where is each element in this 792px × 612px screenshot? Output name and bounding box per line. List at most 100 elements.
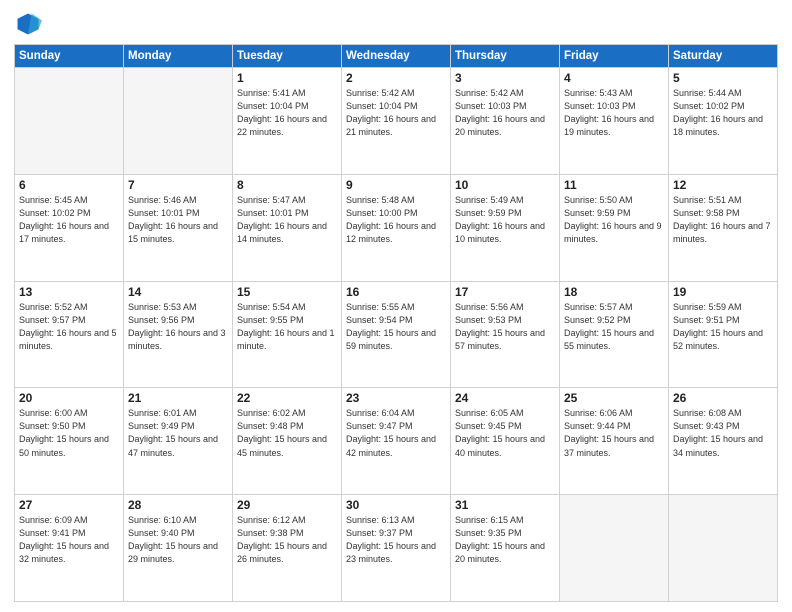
calendar-cell — [560, 495, 669, 602]
day-number: 4 — [564, 71, 664, 85]
week-row-4: 27 Sunrise: 6:09 AM Sunset: 9:41 PM Dayli… — [15, 495, 778, 602]
day-info: Sunrise: 6:13 AM Sunset: 9:37 PM Dayligh… — [346, 514, 446, 566]
calendar-cell — [15, 68, 124, 175]
calendar-cell: 2 Sunrise: 5:42 AM Sunset: 10:04 PM Dayli… — [342, 68, 451, 175]
calendar-cell: 19Sunrise: 5:59 AM Sunset: 9:51 PM Dayli… — [669, 281, 778, 388]
calendar-cell: 25Sunrise: 6:06 AM Sunset: 9:44 PM Dayli… — [560, 388, 669, 495]
calendar-cell: 26 Sunrise: 6:08 AM Sunset: 9:43 PM Dayli… — [669, 388, 778, 495]
day-number: 3 — [455, 71, 555, 85]
weekday-monday: Monday — [124, 45, 233, 68]
day-number: 20 — [19, 391, 119, 405]
calendar-cell: 14 Sunrise: 5:53 AM Sunset: 9:56 PM Dayli… — [124, 281, 233, 388]
calendar-cell: 29Sunrise: 6:12 AM Sunset: 9:38 PM Dayli… — [233, 495, 342, 602]
day-info: Sunrise: 5:52 AM Sunset: 9:57 PM Dayligh… — [19, 301, 119, 353]
calendar-cell: 30 Sunrise: 6:13 AM Sunset: 9:37 PM Dayli… — [342, 495, 451, 602]
day-number: 30 — [346, 498, 446, 512]
day-number: 6 — [19, 178, 119, 192]
calendar-cell — [124, 68, 233, 175]
day-number: 2 — [346, 71, 446, 85]
day-info: Sunrise: 6:04 AM Sunset: 9:47 PM Dayligh… — [346, 407, 446, 459]
day-info: Sunrise: 5:51 AM Sunset: 9:58 PM Dayligh… — [673, 194, 773, 246]
day-info: Sunrise: 5:49 AM Sunset: 9:59 PM Dayligh… — [455, 194, 555, 246]
day-info: Sunrise: 6:01 AM Sunset: 9:49 PM Dayligh… — [128, 407, 228, 459]
calendar-cell — [669, 495, 778, 602]
weekday-header-row: SundayMondayTuesdayWednesdayThursdayFrid… — [15, 45, 778, 68]
day-number: 8 — [237, 178, 337, 192]
day-info: Sunrise: 5:42 AM Sunset: 10:03 PM Daylig… — [455, 87, 555, 139]
week-row-2: 13 Sunrise: 5:52 AM Sunset: 9:57 PM Dayli… — [15, 281, 778, 388]
calendar-cell: 17Sunrise: 5:56 AM Sunset: 9:53 PM Dayli… — [451, 281, 560, 388]
day-number: 18 — [564, 285, 664, 299]
calendar-cell: 10 Sunrise: 5:49 AM Sunset: 9:59 PM Dayli… — [451, 174, 560, 281]
day-info: Sunrise: 5:48 AM Sunset: 10:00 PM Daylig… — [346, 194, 446, 246]
day-info: Sunrise: 6:06 AM Sunset: 9:44 PM Dayligh… — [564, 407, 664, 459]
calendar-cell: 1 Sunrise: 5:41 AM Sunset: 10:04 PM Dayli… — [233, 68, 342, 175]
calendar-cell: 13 Sunrise: 5:52 AM Sunset: 9:57 PM Dayli… — [15, 281, 124, 388]
calendar-cell: 23 Sunrise: 6:04 AM Sunset: 9:47 PM Dayli… — [342, 388, 451, 495]
day-info: Sunrise: 5:55 AM Sunset: 9:54 PM Dayligh… — [346, 301, 446, 353]
day-info: Sunrise: 5:44 AM Sunset: 10:02 PM Daylig… — [673, 87, 773, 139]
day-number: 13 — [19, 285, 119, 299]
calendar-cell: 24 Sunrise: 6:05 AM Sunset: 9:45 PM Dayli… — [451, 388, 560, 495]
day-number: 19 — [673, 285, 773, 299]
calendar-cell: 7 Sunrise: 5:46 AM Sunset: 10:01 PM Dayli… — [124, 174, 233, 281]
week-row-0: 1 Sunrise: 5:41 AM Sunset: 10:04 PM Dayli… — [15, 68, 778, 175]
day-info: Sunrise: 5:46 AM Sunset: 10:01 PM Daylig… — [128, 194, 228, 246]
day-number: 28 — [128, 498, 228, 512]
day-number: 26 — [673, 391, 773, 405]
logo — [14, 10, 46, 38]
day-info: Sunrise: 6:15 AM Sunset: 9:35 PM Dayligh… — [455, 514, 555, 566]
day-number: 12 — [673, 178, 773, 192]
week-row-1: 6 Sunrise: 5:45 AM Sunset: 10:02 PM Dayli… — [15, 174, 778, 281]
logo-icon — [14, 10, 42, 38]
day-info: Sunrise: 5:50 AM Sunset: 9:59 PM Dayligh… — [564, 194, 664, 246]
day-info: Sunrise: 5:42 AM Sunset: 10:04 PM Daylig… — [346, 87, 446, 139]
weekday-friday: Friday — [560, 45, 669, 68]
header — [14, 10, 778, 38]
day-number: 21 — [128, 391, 228, 405]
weekday-wednesday: Wednesday — [342, 45, 451, 68]
calendar-cell: 5Sunrise: 5:44 AM Sunset: 10:02 PM Dayli… — [669, 68, 778, 175]
day-number: 1 — [237, 71, 337, 85]
calendar-cell: 27 Sunrise: 6:09 AM Sunset: 9:41 PM Dayli… — [15, 495, 124, 602]
day-info: Sunrise: 5:45 AM Sunset: 10:02 PM Daylig… — [19, 194, 119, 246]
day-number: 9 — [346, 178, 446, 192]
calendar-cell: 18Sunrise: 5:57 AM Sunset: 9:52 PM Dayli… — [560, 281, 669, 388]
calendar-cell: 16 Sunrise: 5:55 AM Sunset: 9:54 PM Dayli… — [342, 281, 451, 388]
calendar-cell: 28Sunrise: 6:10 AM Sunset: 9:40 PM Dayli… — [124, 495, 233, 602]
day-number: 24 — [455, 391, 555, 405]
page: SundayMondayTuesdayWednesdayThursdayFrid… — [0, 0, 792, 612]
calendar-cell: 20 Sunrise: 6:00 AM Sunset: 9:50 PM Dayli… — [15, 388, 124, 495]
calendar-cell: 21 Sunrise: 6:01 AM Sunset: 9:49 PM Dayli… — [124, 388, 233, 495]
calendar-cell: 4 Sunrise: 5:43 AM Sunset: 10:03 PM Dayli… — [560, 68, 669, 175]
day-info: Sunrise: 6:12 AM Sunset: 9:38 PM Dayligh… — [237, 514, 337, 566]
calendar-cell: 31 Sunrise: 6:15 AM Sunset: 9:35 PM Dayli… — [451, 495, 560, 602]
weekday-thursday: Thursday — [451, 45, 560, 68]
weekday-sunday: Sunday — [15, 45, 124, 68]
day-number: 17 — [455, 285, 555, 299]
day-number: 11 — [564, 178, 664, 192]
day-number: 23 — [346, 391, 446, 405]
calendar-cell: 8Sunrise: 5:47 AM Sunset: 10:01 PM Dayli… — [233, 174, 342, 281]
day-info: Sunrise: 5:41 AM Sunset: 10:04 PM Daylig… — [237, 87, 337, 139]
day-number: 27 — [19, 498, 119, 512]
day-number: 10 — [455, 178, 555, 192]
day-number: 7 — [128, 178, 228, 192]
calendar-cell: 9 Sunrise: 5:48 AM Sunset: 10:00 PM Dayli… — [342, 174, 451, 281]
day-info: Sunrise: 5:54 AM Sunset: 9:55 PM Dayligh… — [237, 301, 337, 353]
day-number: 31 — [455, 498, 555, 512]
calendar-cell: 11 Sunrise: 5:50 AM Sunset: 9:59 PM Dayli… — [560, 174, 669, 281]
day-info: Sunrise: 5:53 AM Sunset: 9:56 PM Dayligh… — [128, 301, 228, 353]
calendar-table: SundayMondayTuesdayWednesdayThursdayFrid… — [14, 44, 778, 602]
weekday-saturday: Saturday — [669, 45, 778, 68]
calendar-cell: 12 Sunrise: 5:51 AM Sunset: 9:58 PM Dayli… — [669, 174, 778, 281]
day-info: Sunrise: 5:43 AM Sunset: 10:03 PM Daylig… — [564, 87, 664, 139]
day-info: Sunrise: 6:05 AM Sunset: 9:45 PM Dayligh… — [455, 407, 555, 459]
week-row-3: 20 Sunrise: 6:00 AM Sunset: 9:50 PM Dayli… — [15, 388, 778, 495]
day-info: Sunrise: 6:09 AM Sunset: 9:41 PM Dayligh… — [19, 514, 119, 566]
day-number: 14 — [128, 285, 228, 299]
day-number: 16 — [346, 285, 446, 299]
day-info: Sunrise: 6:02 AM Sunset: 9:48 PM Dayligh… — [237, 407, 337, 459]
day-info: Sunrise: 6:00 AM Sunset: 9:50 PM Dayligh… — [19, 407, 119, 459]
day-info: Sunrise: 6:08 AM Sunset: 9:43 PM Dayligh… — [673, 407, 773, 459]
